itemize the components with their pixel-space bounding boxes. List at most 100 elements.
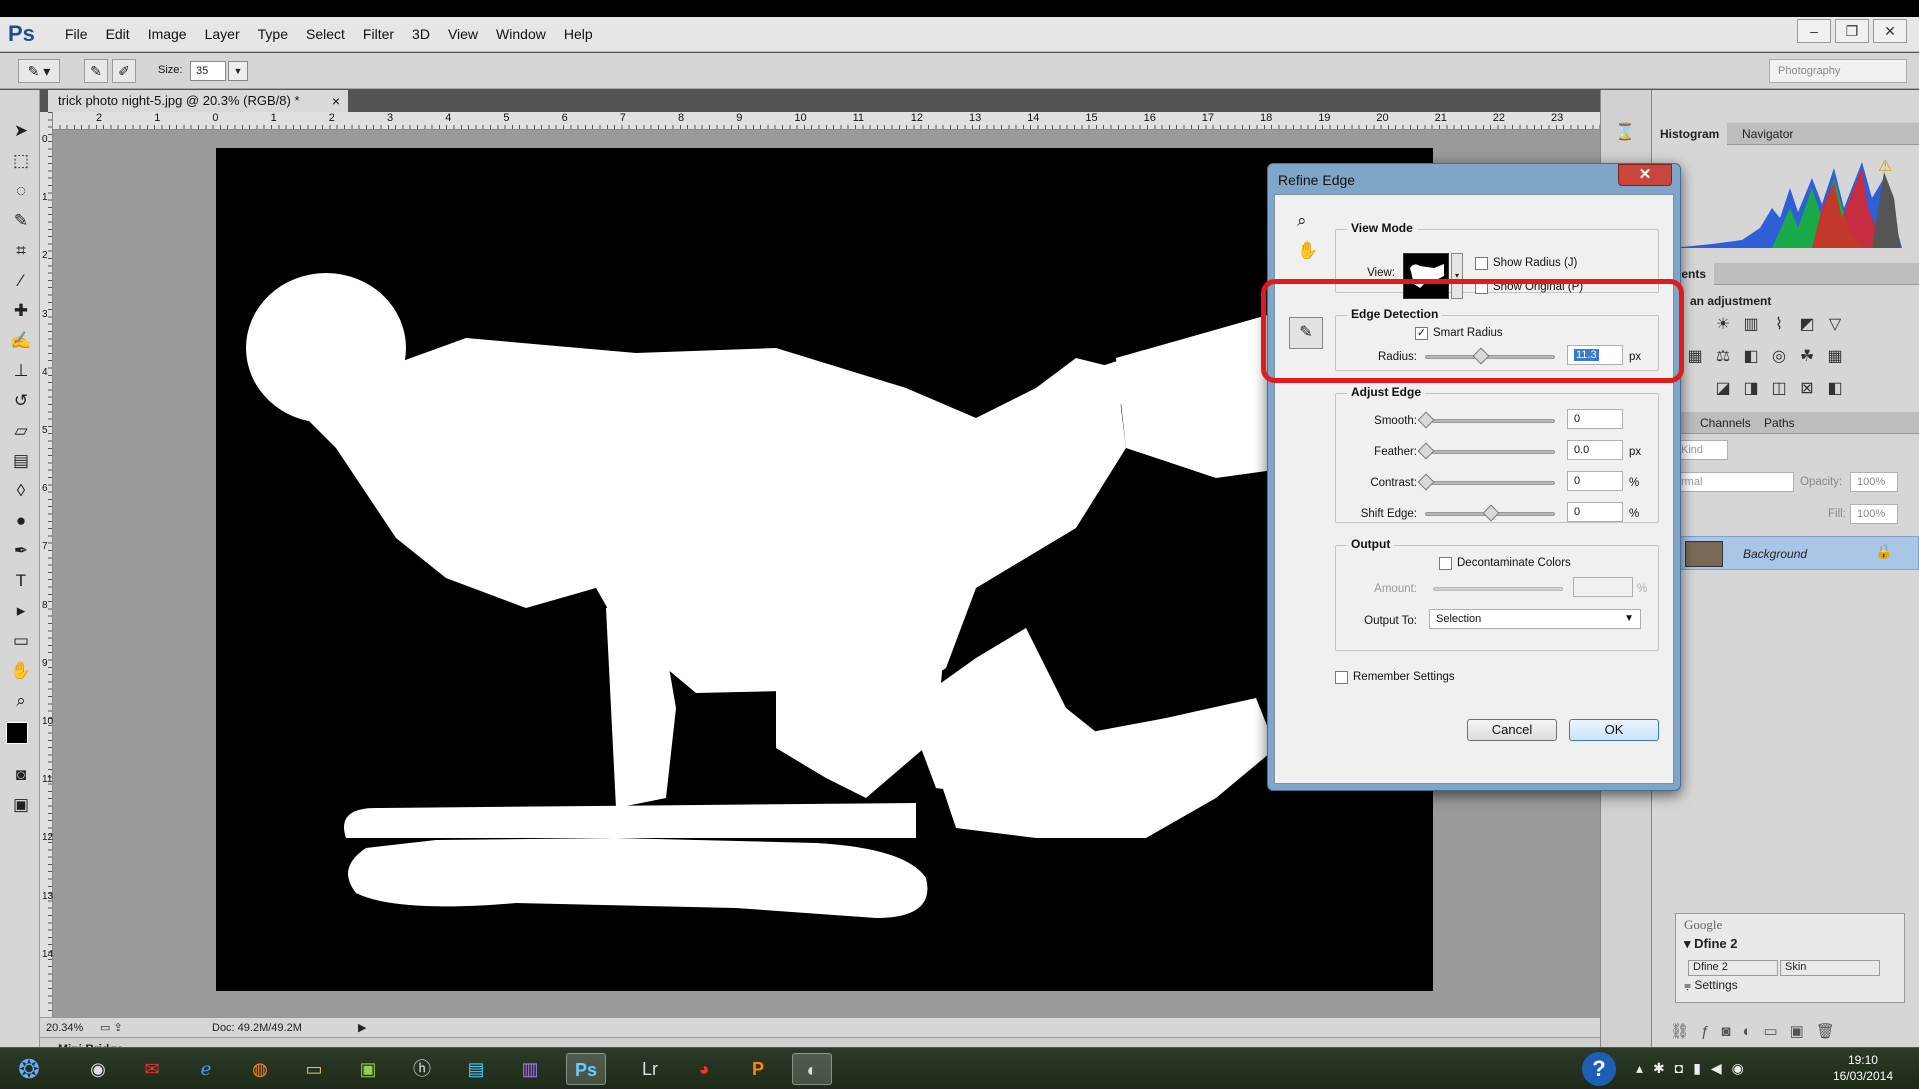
close-tab-icon[interactable]: × bbox=[332, 90, 340, 112]
lasso-tool-icon[interactable]: ◌ bbox=[8, 178, 34, 204]
explorer-icon[interactable]: ▭ bbox=[294, 1053, 334, 1085]
selective-color-icon[interactable]: ◧ bbox=[1824, 378, 1846, 400]
minimize-button[interactable]: – bbox=[1797, 19, 1831, 43]
status-menu-arrow-icon[interactable]: ▶ bbox=[358, 1018, 366, 1038]
mask-preview-image[interactable] bbox=[216, 148, 1433, 991]
tool-preset-picker[interactable]: ✎ ▾ bbox=[18, 59, 60, 83]
exposure-icon[interactable]: ◩ bbox=[1796, 314, 1818, 336]
menu-3d[interactable]: 3D bbox=[403, 26, 439, 42]
zoom-tool-icon-dialog[interactable]: ⌕ bbox=[1297, 211, 1307, 231]
size-dropdown-icon[interactable]: ▼ bbox=[228, 61, 248, 81]
system-tray-icons[interactable]: ▴✱◘▮◀◉ bbox=[1636, 1060, 1754, 1077]
hand-tool-icon[interactable]: ✋ bbox=[8, 658, 34, 684]
invert-icon[interactable]: ◪ bbox=[1712, 378, 1734, 400]
menu-window[interactable]: Window bbox=[487, 26, 555, 42]
gradient-map-icon[interactable]: ⊠ bbox=[1796, 378, 1818, 400]
skin-preset[interactable]: Skin bbox=[1780, 960, 1880, 976]
screen-mode-icon[interactable]: ▣ bbox=[8, 792, 34, 818]
history-panel-icon[interactable]: ⌛ bbox=[1615, 122, 1635, 142]
type-tool-icon[interactable]: T bbox=[8, 568, 34, 594]
mini-bridge-panel[interactable]: Mini Bridge bbox=[40, 1037, 1600, 1047]
ok-button[interactable]: OK bbox=[1569, 719, 1659, 741]
firefox-icon[interactable]: ◍ bbox=[240, 1053, 280, 1085]
menu-view[interactable]: View bbox=[439, 26, 487, 42]
dialog-close-button[interactable]: ✕ bbox=[1618, 164, 1672, 186]
zoom-level[interactable]: 20.34% bbox=[46, 1018, 83, 1038]
shape-tool-icon[interactable]: ▭ bbox=[8, 628, 34, 654]
contrast-field[interactable]: 0 bbox=[1567, 471, 1623, 491]
layer-name[interactable]: Background bbox=[1743, 547, 1807, 561]
app-icon-purple[interactable]: ▥ bbox=[510, 1053, 550, 1085]
google-item[interactable]: ▾ Dfine 2 bbox=[1684, 936, 1737, 952]
menu-edit[interactable]: Edit bbox=[97, 26, 139, 42]
photo-filter-icon[interactable]: ◎ bbox=[1768, 346, 1790, 368]
shiftedge-field[interactable]: 0 bbox=[1567, 502, 1623, 522]
color-lookup-icon[interactable]: ▦ bbox=[1824, 346, 1846, 368]
opacity-field[interactable]: 100% bbox=[1850, 472, 1898, 492]
quick-selection-tool-icon[interactable]: ✎ bbox=[8, 208, 34, 234]
warning-icon[interactable]: ⚠ bbox=[1878, 156, 1892, 176]
menu-help[interactable]: Help bbox=[555, 26, 602, 42]
help-icon[interactable]: ? bbox=[1582, 1052, 1616, 1086]
eraser-tool-icon[interactable]: ▱ bbox=[8, 418, 34, 444]
document-tab[interactable]: trick photo night-5.jpg @ 20.3% (RGB/8) … bbox=[48, 90, 348, 112]
hp-icon[interactable]: ⓗ bbox=[402, 1053, 442, 1085]
gradient-tool-icon[interactable]: ▤ bbox=[8, 448, 34, 474]
menu-image[interactable]: Image bbox=[139, 26, 196, 42]
threshold-icon[interactable]: ◫ bbox=[1768, 378, 1790, 400]
marquee-tool-icon[interactable]: ⬚ bbox=[8, 148, 34, 174]
status-icons[interactable]: ▭ ⇪ bbox=[100, 1018, 123, 1038]
ie-icon[interactable]: ℯ bbox=[186, 1053, 226, 1085]
levels-icon[interactable]: ▥ bbox=[1740, 314, 1762, 336]
fill-field[interactable]: 100% bbox=[1850, 504, 1898, 524]
workspace-switcher[interactable]: Photography bbox=[1769, 59, 1907, 83]
history-brush-tool-icon[interactable]: ↺ bbox=[8, 388, 34, 414]
app-icon-red[interactable]: ◕ bbox=[684, 1053, 724, 1085]
menu-layer[interactable]: Layer bbox=[196, 26, 249, 42]
quick-select-add-icon[interactable]: ✐ bbox=[112, 59, 136, 83]
menu-select[interactable]: Select bbox=[297, 26, 354, 42]
contrast-slider[interactable] bbox=[1425, 481, 1555, 485]
move-tool-icon[interactable]: ➤ bbox=[8, 118, 34, 144]
hand-tool-icon-dialog[interactable]: ✋ bbox=[1297, 241, 1318, 261]
photoshop-taskbar-icon[interactable]: Ps bbox=[566, 1053, 606, 1085]
quick-select-new-icon[interactable]: ✎ bbox=[84, 59, 108, 83]
healing-brush-tool-icon[interactable]: ✚ bbox=[8, 298, 34, 324]
start-button-icon[interactable]: ❂ bbox=[8, 1053, 50, 1085]
layer-row-background[interactable]: Background 🔒 bbox=[1674, 536, 1919, 570]
layer-panel-footer-icons[interactable]: ⛓ƒ◙◐▭▣🗑 bbox=[1670, 1022, 1910, 1040]
tab-navigator[interactable]: Navigator bbox=[1734, 123, 1801, 145]
clone-stamp-tool-icon[interactable]: ⊥ bbox=[8, 358, 34, 384]
menu-filter[interactable]: Filter bbox=[354, 26, 403, 42]
foreground-color-swatch[interactable] bbox=[6, 722, 28, 744]
decontaminate-checkbox[interactable] bbox=[1439, 557, 1452, 570]
dfine-preset[interactable]: Dfine 2 bbox=[1688, 960, 1778, 976]
gmail-icon[interactable]: ✉ bbox=[132, 1053, 172, 1085]
brightness-icon[interactable]: ☀ bbox=[1712, 314, 1734, 336]
feather-field[interactable]: 0.0 bbox=[1567, 440, 1623, 460]
color-balance-icon[interactable]: ⚖ bbox=[1712, 346, 1734, 368]
layer-kind-filter[interactable]: Kind bbox=[1674, 440, 1728, 460]
curves-icon[interactable]: ⌇ bbox=[1768, 314, 1790, 336]
zoom-tool-icon[interactable]: ⌕ bbox=[8, 688, 34, 714]
dodge-tool-icon[interactable]: ● bbox=[8, 508, 34, 534]
eyedropper-tool-icon[interactable]: ⁄ bbox=[8, 268, 34, 294]
taskbar-clock[interactable]: 19:10 16/03/2014 bbox=[1833, 1052, 1893, 1084]
black-white-icon[interactable]: ◧ bbox=[1740, 346, 1762, 368]
output-to-select[interactable]: Selection ▼ bbox=[1429, 609, 1641, 629]
powerpoint-icon[interactable]: P bbox=[738, 1053, 778, 1085]
app-icon-blue[interactable]: ▤ bbox=[456, 1053, 496, 1085]
restore-button[interactable]: ❐ bbox=[1835, 19, 1869, 43]
posterize-icon[interactable]: ◨ bbox=[1740, 378, 1762, 400]
blur-tool-icon[interactable]: ◊ bbox=[8, 478, 34, 504]
lightroom-icon[interactable]: Lr bbox=[630, 1053, 670, 1085]
channel-mixer-icon[interactable]: ☘ bbox=[1796, 346, 1818, 368]
brush-tool-icon[interactable]: ✍ bbox=[8, 328, 34, 354]
close-window-button[interactable]: ✕ bbox=[1873, 19, 1907, 43]
remember-settings-checkbox[interactable] bbox=[1335, 671, 1348, 684]
menu-type[interactable]: Type bbox=[249, 26, 297, 42]
hue-saturation-icon[interactable]: ▦ bbox=[1684, 346, 1706, 368]
chrome-icon[interactable]: ◉ bbox=[78, 1053, 118, 1085]
path-selection-tool-icon[interactable]: ▸ bbox=[8, 598, 34, 624]
google-settings[interactable]: ⩦ Settings bbox=[1684, 978, 1738, 993]
